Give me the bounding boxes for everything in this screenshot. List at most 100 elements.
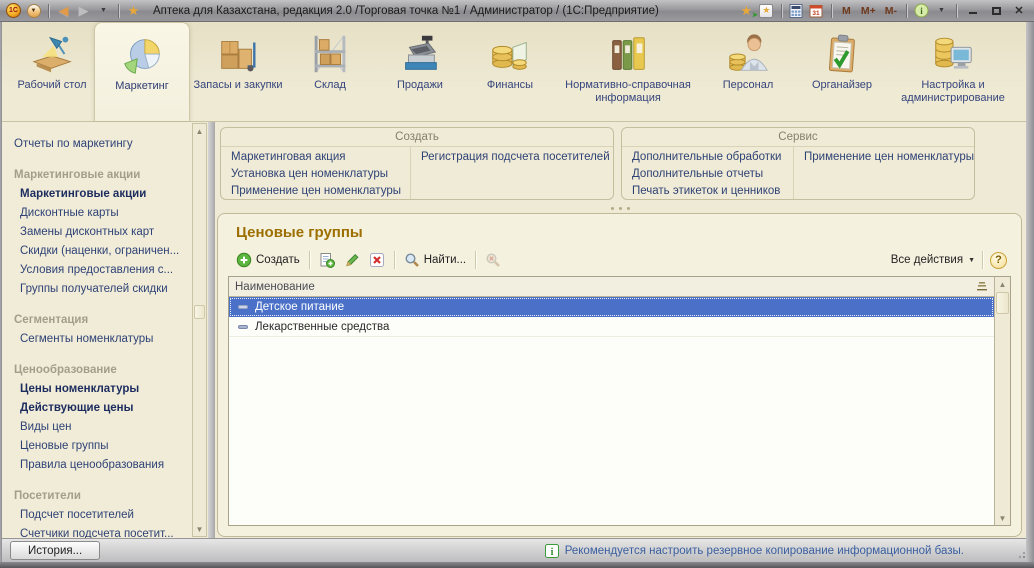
create-group-button[interactable] — [317, 250, 337, 270]
main-menu-button[interactable]: ▼ — [25, 2, 42, 20]
command-print-labels[interactable]: Печать этикеток и ценников — [632, 183, 793, 200]
sidebar-section-marketing-actions: Маркетинговые акции — [14, 166, 192, 185]
table-scrollbar[interactable]: ▲ ▼ — [994, 277, 1010, 525]
cancel-search-icon — [485, 252, 501, 268]
tab-inventory-purchasing[interactable]: Запасы и закупки — [190, 22, 286, 121]
sidebar-item-card-replacements[interactable]: Замены дисконтных карт — [14, 223, 192, 242]
memory-subtract-button[interactable]: M- — [882, 2, 900, 20]
tab-master-data[interactable]: Нормативно-справочная информация — [554, 22, 702, 121]
command-additional-reports[interactable]: Дополнительные отчеты — [632, 166, 793, 183]
column-header-name[interactable]: Наименование — [229, 277, 994, 297]
close-button[interactable]: ✕ — [1009, 2, 1029, 20]
tab-desktop[interactable]: Рабочий стол — [10, 22, 94, 121]
form-title: Ценовые группы — [236, 224, 1009, 241]
sidebar-item-discount-recipient-groups[interactable]: Группы получателей скидки — [14, 280, 192, 299]
forward-button[interactable]: ▶ — [75, 2, 92, 20]
binders-icon — [605, 31, 651, 77]
history-button[interactable]: История... — [10, 541, 100, 560]
sidebar-item-marketing-actions[interactable]: Маркетинговые акции — [14, 185, 192, 204]
sidebar-item-visitor-counters[interactable]: Счетчики подсчета посетит... — [14, 525, 192, 538]
history-dropdown-icon[interactable]: ▼ — [95, 2, 112, 20]
help-button[interactable]: ? — [990, 252, 1007, 269]
chevron-down-icon: ▼ — [968, 257, 975, 264]
sidebar-item-discount-conditions[interactable]: Условия предоставления с... — [14, 261, 192, 280]
window-border-right[interactable] — [1026, 22, 1034, 562]
tab-marketing[interactable]: Маркетинг — [94, 22, 190, 121]
tab-administration[interactable]: Настройка и администрирование — [890, 22, 1016, 121]
command-register-visitor-count[interactable]: Регистрация подсчета посетителей — [421, 149, 610, 166]
scroll-thumb[interactable] — [996, 292, 1009, 314]
tab-organizer[interactable]: Органайзер — [794, 22, 890, 121]
sidebar-item-pricing-rules[interactable]: Правила ценообразования — [14, 456, 192, 475]
favorites-dialog-icon[interactable]: ★ — [758, 2, 775, 20]
divider — [475, 251, 476, 269]
window-title: Аптека для Казахстана, редакция 2.0 /Тор… — [153, 5, 735, 17]
tab-personnel[interactable]: Персонал — [702, 22, 794, 121]
window-border-left — [0, 22, 2, 562]
1c-logo-icon: 1С — [5, 2, 22, 20]
table-body: Детское питание Лекарственные средства — [229, 297, 994, 525]
info-button[interactable]: i — [913, 2, 930, 20]
sidebar-splitter[interactable] — [208, 122, 215, 538]
divider — [982, 251, 983, 269]
memory-store-button[interactable]: M — [838, 2, 855, 20]
maximize-button[interactable] — [986, 2, 1006, 20]
service-command-panel: Сервис Дополнительные обработки Дополнит… — [621, 127, 975, 200]
back-button[interactable]: ◀ — [55, 2, 72, 20]
scroll-thumb[interactable] — [194, 305, 205, 319]
tab-label: Продажи — [397, 79, 443, 92]
cancel-search-button[interactable] — [483, 250, 503, 270]
sidebar-section-segmentation: Сегментация — [14, 311, 192, 330]
sidebar-item-marketing-reports[interactable]: Отчеты по маркетингу — [14, 135, 192, 154]
sidebar-item-price-groups[interactable]: Ценовые группы — [14, 437, 192, 456]
shelf-icon — [307, 31, 353, 77]
memory-add-button[interactable]: M+ — [858, 2, 879, 20]
sidebar-item-discount-cards[interactable]: Дисконтные карты — [14, 204, 192, 223]
divider — [906, 4, 907, 18]
edit-button[interactable] — [342, 250, 362, 270]
sidebar-item-visitor-count[interactable]: Подсчет посетителей — [14, 506, 192, 525]
calendar-icon[interactable]: 31 — [808, 2, 825, 20]
scroll-down-icon[interactable]: ▼ — [995, 511, 1010, 525]
command-additional-processing[interactable]: Дополнительные обработки — [632, 149, 793, 166]
create-button[interactable]: Создать — [234, 250, 302, 270]
divider — [831, 4, 832, 18]
form-toolbar: Создать Найти... — [234, 250, 1007, 270]
coins-icon — [487, 31, 533, 77]
command-set-nomenclature-prices[interactable]: Установка цен номенклатуры — [231, 166, 410, 183]
scroll-up-icon[interactable]: ▲ — [193, 124, 206, 138]
pie-chart-icon — [119, 32, 165, 78]
price-groups-form: Ценовые группы Создать — [217, 213, 1022, 537]
backup-recommendation-message[interactable]: i Рекомендуется настроить резервное копи… — [545, 544, 964, 558]
tab-warehouse[interactable]: Склад — [286, 22, 374, 121]
all-actions-button[interactable]: Все действия ▼ — [891, 254, 975, 266]
cash-register-icon — [397, 31, 443, 77]
delete-button[interactable] — [367, 250, 387, 270]
scroll-up-icon[interactable]: ▲ — [995, 277, 1010, 291]
command-apply-nomenclature-prices-service[interactable]: Применение цен номенклатуры — [804, 149, 974, 166]
sidebar-scrollbar[interactable]: ▲ ▼ — [192, 123, 207, 537]
sidebar-item-nomenclature-segments[interactable]: Сегменты номенклатуры — [14, 330, 192, 349]
table-row[interactable]: Детское питание — [229, 297, 994, 317]
tab-label: Персонал — [723, 79, 774, 92]
sidebar-item-discounts[interactable]: Скидки (наценки, ограничен... — [14, 242, 192, 261]
minimize-button[interactable] — [963, 2, 983, 20]
favorites-star-icon[interactable]: ★ — [125, 2, 142, 20]
command-apply-nomenclature-prices[interactable]: Применение цен номенклатуры — [231, 183, 410, 200]
scroll-down-icon[interactable]: ▼ — [193, 522, 206, 536]
add-favorite-icon[interactable]: ★➤ — [738, 2, 755, 20]
tab-finance[interactable]: Финансы — [466, 22, 554, 121]
sidebar-item-nomenclature-prices[interactable]: Цены номенклатуры — [14, 380, 192, 399]
tab-label: Настройка и администрирование — [890, 79, 1016, 104]
command-panel-splitter[interactable] — [215, 204, 1026, 213]
sidebar-item-effective-prices[interactable]: Действующие цены — [14, 399, 192, 418]
table-row[interactable]: Лекарственные средства — [229, 317, 994, 337]
create-command-panel: Создать Маркетинговая акция Установка це… — [220, 127, 614, 200]
command-marketing-action[interactable]: Маркетинговая акция — [231, 149, 410, 166]
sort-settings-icon — [976, 281, 988, 292]
find-button[interactable]: Найти... — [402, 250, 468, 270]
sidebar-item-price-types[interactable]: Виды цен — [14, 418, 192, 437]
info-dropdown-icon[interactable]: ▼ — [933, 2, 950, 20]
tab-sales[interactable]: Продажи — [374, 22, 466, 121]
calculator-icon[interactable] — [788, 2, 805, 20]
